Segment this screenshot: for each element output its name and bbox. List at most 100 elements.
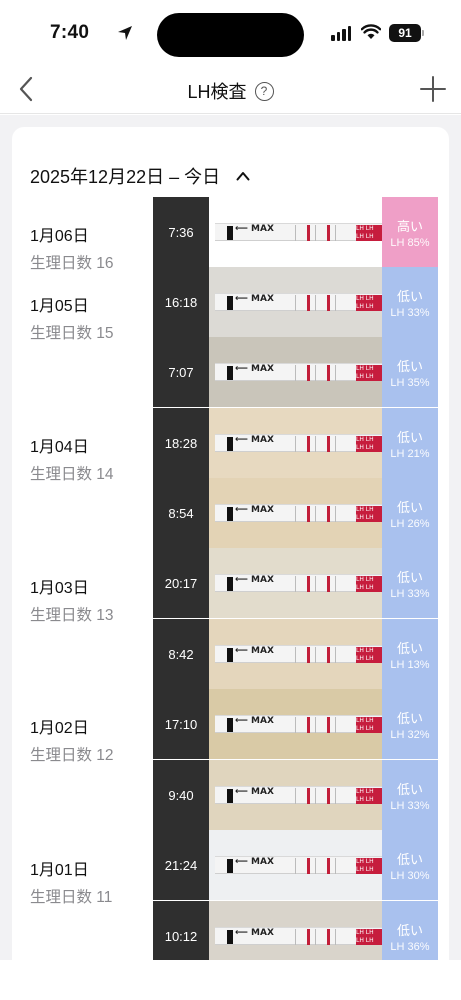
strip-max-label: ⟵ MAX bbox=[235, 646, 274, 656]
result-badge: 高い LH 85% bbox=[382, 197, 438, 267]
strip-lh-marker: LH LH LH LH LH LH bbox=[356, 506, 382, 522]
test-strip-photo: ⟵ MAX LH LH LH LH LH LH bbox=[209, 901, 382, 960]
test-strip: ⟵ MAX LH LH LH LH LH LH bbox=[215, 645, 382, 663]
cycle-day: 生理日数 12 bbox=[30, 747, 114, 764]
result-badge: 低い LH 30% bbox=[382, 830, 438, 900]
result-badge: 低い LH 33% bbox=[382, 760, 438, 830]
strip-lh-marker: LH LH LH LH LH LH bbox=[356, 436, 382, 452]
strip-segment bbox=[315, 929, 316, 945]
strip-segment bbox=[315, 788, 316, 804]
strip-max-label: ⟵ MAX bbox=[235, 224, 274, 234]
test-entry[interactable]: 16:18 ⟵ MAX LH LH LH LH LH LH 低い LH 33% bbox=[153, 267, 438, 337]
result-level: 低い bbox=[396, 569, 423, 585]
location-arrow-icon bbox=[118, 26, 132, 40]
test-strip: ⟵ MAX LH LH LH LH LH LH bbox=[215, 363, 382, 381]
strip-max-label: ⟵ MAX bbox=[235, 575, 274, 585]
test-strip: ⟵ MAX LH LH LH LH LH LH bbox=[215, 786, 382, 804]
day-date: 1月03日 bbox=[30, 580, 89, 597]
strip-segment bbox=[315, 225, 316, 241]
help-icon[interactable]: ? bbox=[254, 81, 274, 101]
test-strip: ⟵ MAX LH LH LH LH LH LH bbox=[215, 856, 382, 874]
strip-handle bbox=[227, 366, 233, 380]
test-entry[interactable]: 20:17 ⟵ MAX LH LH LH LH LH LH 低い LH 33% bbox=[153, 548, 438, 618]
entry-time: 7:07 bbox=[153, 337, 209, 407]
page-title: LH検査 ? bbox=[0, 78, 461, 104]
result-level: 低い bbox=[396, 781, 423, 797]
cycle-day: 生理日数 15 bbox=[30, 325, 114, 342]
strip-test-line bbox=[327, 295, 330, 311]
test-entry[interactable]: 17:10 ⟵ MAX LH LH LH LH LH LH 低い LH 32% bbox=[153, 689, 438, 759]
add-plus-icon[interactable] bbox=[420, 76, 446, 102]
result-level: 低い bbox=[396, 499, 423, 515]
strip-segment bbox=[315, 506, 316, 522]
test-entry[interactable]: 10:12 ⟵ MAX LH LH LH LH LH LH 低い LH 36% bbox=[153, 901, 438, 960]
strip-test-line bbox=[327, 647, 330, 663]
strip-segment bbox=[335, 365, 336, 381]
strip-test-line bbox=[327, 717, 330, 733]
result-badge: 低い LH 33% bbox=[382, 548, 438, 618]
test-entry[interactable]: 7:36 ⟵ MAX LH LH LH LH LH LH 高い LH 85% bbox=[153, 197, 438, 267]
day-date: 1月04日 bbox=[30, 439, 89, 456]
result-lh-percent: LH 26% bbox=[390, 517, 430, 530]
cycle-day: 生理日数 16 bbox=[30, 255, 114, 272]
date-range-toggle[interactable]: 2025年12月22日 – 今日 bbox=[30, 163, 250, 189]
strip-test-line bbox=[327, 365, 330, 381]
day-label: 1月05日 生理日数 15 bbox=[30, 292, 114, 343]
result-level: 低い bbox=[396, 640, 423, 656]
test-entry[interactable]: 8:54 ⟵ MAX LH LH LH LH LH LH 低い LH 26% bbox=[153, 478, 438, 548]
test-strip: ⟵ MAX LH LH LH LH LH LH bbox=[215, 293, 382, 311]
test-strip: ⟵ MAX LH LH LH LH LH LH bbox=[215, 927, 382, 945]
strip-lh-marker: LH LH LH LH LH LH bbox=[356, 365, 382, 381]
navigation-bar: LH検査 ? bbox=[0, 66, 461, 114]
test-entry[interactable]: 18:28 ⟵ MAX LH LH LH LH LH LH 低い LH 21% bbox=[153, 408, 438, 478]
strip-test-line bbox=[307, 717, 310, 733]
test-strip: ⟵ MAX LH LH LH LH LH LH bbox=[215, 715, 382, 733]
strip-segment bbox=[335, 436, 336, 452]
strip-segment bbox=[295, 436, 296, 452]
strip-handle bbox=[227, 648, 233, 662]
entry-time: 8:54 bbox=[153, 478, 209, 548]
strip-handle bbox=[227, 577, 233, 591]
strip-test-line bbox=[327, 858, 330, 874]
test-strip: ⟵ MAX LH LH LH LH LH LH bbox=[215, 504, 382, 522]
entry-time: 18:28 bbox=[153, 408, 209, 478]
entry-time: 16:18 bbox=[153, 267, 209, 337]
day-date: 1月06日 bbox=[30, 228, 89, 245]
strip-segment bbox=[335, 576, 336, 592]
result-lh-percent: LH 36% bbox=[390, 940, 430, 953]
result-badge: 低い LH 21% bbox=[382, 408, 438, 478]
strip-max-label: ⟵ MAX bbox=[235, 787, 274, 797]
chevron-up-icon bbox=[236, 172, 250, 181]
strip-lh-marker: LH LH LH LH LH LH bbox=[356, 929, 382, 945]
strip-handle bbox=[227, 507, 233, 521]
strip-lh-marker: LH LH LH LH LH LH bbox=[356, 225, 382, 241]
strip-test-line bbox=[327, 929, 330, 945]
strip-test-line bbox=[307, 506, 310, 522]
strip-segment bbox=[335, 295, 336, 311]
result-level: 高い bbox=[396, 218, 423, 234]
strip-handle bbox=[227, 930, 233, 944]
result-level: 低い bbox=[396, 922, 423, 938]
strip-test-line bbox=[307, 295, 310, 311]
test-entry[interactable]: 21:24 ⟵ MAX LH LH LH LH LH LH 低い LH 30% bbox=[153, 830, 438, 900]
test-strip-photo: ⟵ MAX LH LH LH LH LH LH bbox=[209, 760, 382, 830]
strip-test-line bbox=[307, 929, 310, 945]
strip-segment bbox=[335, 788, 336, 804]
strip-lh-marker: LH LH LH LH LH LH bbox=[356, 576, 382, 592]
test-entry[interactable]: 9:40 ⟵ MAX LH LH LH LH LH LH 低い LH 33% bbox=[153, 760, 438, 830]
cellular-signal-icon bbox=[331, 26, 351, 41]
test-entry[interactable]: 7:07 ⟵ MAX LH LH LH LH LH LH 低い LH 35% bbox=[153, 337, 438, 407]
result-level: 低い bbox=[396, 710, 423, 726]
strip-segment bbox=[335, 506, 336, 522]
cycle-day: 生理日数 13 bbox=[30, 607, 114, 624]
day-label: 1月06日 生理日数 16 bbox=[30, 222, 114, 273]
strip-segment bbox=[335, 225, 336, 241]
entry-time: 20:17 bbox=[153, 548, 209, 618]
test-entry[interactable]: 8:42 ⟵ MAX LH LH LH LH LH LH 低い LH 13% bbox=[153, 619, 438, 689]
result-lh-percent: LH 33% bbox=[390, 799, 430, 812]
result-lh-percent: LH 33% bbox=[390, 587, 430, 600]
strip-segment bbox=[335, 858, 336, 874]
strip-segment bbox=[295, 506, 296, 522]
result-badge: 低い LH 33% bbox=[382, 267, 438, 337]
strip-test-line bbox=[307, 576, 310, 592]
